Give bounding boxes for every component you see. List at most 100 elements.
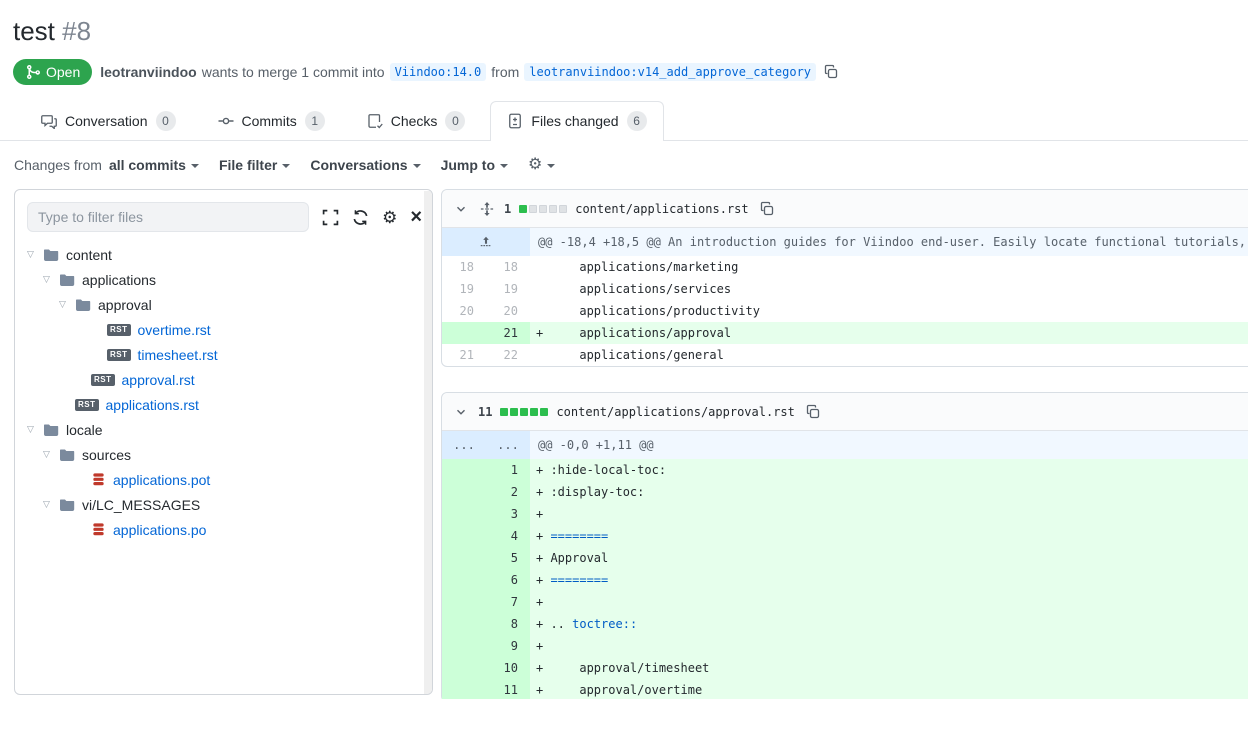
refresh-button[interactable]	[352, 209, 369, 226]
new-line-number[interactable]: 5	[486, 547, 530, 569]
conversations-dropdown[interactable]: Conversations	[310, 157, 420, 173]
tree-file-row[interactable]: RSTtimesheet.rst	[27, 342, 424, 367]
tree-folder-name[interactable]: approval	[98, 297, 152, 313]
file-filter-input[interactable]	[27, 202, 309, 232]
tab-checks[interactable]: Checks 0	[350, 101, 483, 140]
diff-line-added: 5+ Approval	[442, 547, 1248, 569]
tree-folder-row[interactable]: ▽ sources	[27, 442, 424, 467]
tree-folder-row[interactable]: ▽ locale	[27, 417, 424, 442]
tree-folder-row[interactable]: ▽ approval	[27, 292, 424, 317]
tree-folder-name[interactable]: applications	[82, 272, 156, 288]
new-line-number[interactable]: 7	[486, 591, 530, 613]
tree-expand-caret-icon[interactable]: ▽	[27, 249, 43, 260]
tree-file-row[interactable]: RSTovertime.rst	[27, 317, 424, 342]
tree-folder-row[interactable]: ▽ applications	[27, 267, 424, 292]
tree-file-link[interactable]: timesheet.rst	[138, 347, 218, 363]
close-tree-button[interactable]: ×	[410, 210, 422, 224]
sidebar-scrollbar[interactable]	[424, 191, 432, 695]
old-line-number[interactable]	[442, 657, 486, 679]
tree-folder-name[interactable]: locale	[66, 422, 103, 438]
tree-expand-caret-icon[interactable]: ▽	[43, 499, 59, 510]
tab-files-changed[interactable]: Files changed 6	[490, 101, 663, 141]
tab-conversation[interactable]: Conversation 0	[24, 101, 193, 140]
old-line-number[interactable]	[442, 503, 486, 525]
file-filter-dropdown[interactable]: File filter	[219, 157, 290, 173]
new-line-number[interactable]: 19	[486, 278, 530, 300]
tree-file-link[interactable]: applications.po	[113, 522, 206, 538]
tree-folder-name[interactable]: sources	[82, 447, 131, 463]
tree-file-row[interactable]: RSTapproval.rst	[27, 367, 424, 392]
old-line-number[interactable]: 21	[442, 344, 486, 366]
tree-file-row[interactable]: applications.po	[27, 517, 424, 542]
file-path[interactable]: content/applications/approval.rst	[556, 405, 794, 419]
new-line-number[interactable]: 6	[486, 569, 530, 591]
collapse-file-button[interactable]	[452, 403, 470, 421]
code-token: approval/timesheet	[550, 661, 709, 675]
new-line-number[interactable]: 21	[486, 322, 530, 344]
diff-body: 1818 applications/marketing1919 applicat…	[442, 256, 1248, 366]
old-line-number[interactable]	[442, 635, 486, 657]
tree-expand-caret-icon[interactable]: ▽	[59, 299, 75, 310]
diff-code: + ========	[530, 569, 1248, 591]
file-tree: ▽ content ▽ applications ▽ approval RSTovertim…	[15, 240, 432, 550]
new-line-number[interactable]: 11	[486, 679, 530, 699]
code-token: applications/services	[550, 282, 731, 296]
diff-code: +	[530, 635, 1248, 657]
file-path[interactable]: content/applications.rst	[575, 202, 748, 216]
new-line-number[interactable]: 2	[486, 481, 530, 503]
code-token: Approval	[550, 551, 608, 565]
tree-file-link[interactable]: applications.pot	[113, 472, 210, 488]
tab-commits[interactable]: Commits 1	[201, 101, 342, 140]
old-line-number[interactable]	[442, 547, 486, 569]
old-line-number[interactable]	[442, 525, 486, 547]
tree-folder-name[interactable]: vi/LC_MESSAGES	[82, 497, 200, 513]
tree-folder-row[interactable]: ▽ content	[27, 242, 424, 267]
diffstat-block-neutral	[539, 205, 547, 213]
copy-path-button[interactable]	[803, 402, 823, 422]
tree-file-link[interactable]: applications.rst	[106, 397, 199, 413]
new-line-number[interactable]: 1	[486, 459, 530, 481]
tree-settings-button[interactable]: ⚙	[382, 209, 397, 226]
diff-sign	[536, 260, 550, 274]
old-line-number[interactable]	[442, 322, 486, 344]
tree-folder-row[interactable]: ▽ vi/LC_MESSAGES	[27, 492, 424, 517]
tree-folder-name[interactable]: content	[66, 247, 112, 263]
new-line-number[interactable]: 20	[486, 300, 530, 322]
tree-file-row[interactable]: RSTapplications.rst	[27, 392, 424, 417]
changes-from-dropdown[interactable]: Changes from all commits	[14, 157, 199, 173]
collapse-file-button[interactable]	[452, 200, 470, 218]
tree-expand-caret-icon[interactable]: ▽	[43, 449, 59, 460]
new-line-number[interactable]: 22	[486, 344, 530, 366]
new-line-number[interactable]: 18	[486, 256, 530, 278]
fullscreen-button[interactable]	[322, 209, 339, 226]
diff-line-added: 8+ .. toctree::	[442, 613, 1248, 635]
tree-expand-caret-icon[interactable]: ▽	[27, 424, 43, 435]
tree-expand-caret-icon[interactable]: ▽	[43, 274, 59, 285]
old-line-number[interactable]	[442, 481, 486, 503]
fold-up-icon	[479, 235, 493, 249]
code-token: ========	[550, 573, 608, 587]
tree-file-link[interactable]: overtime.rst	[138, 322, 211, 338]
tree-file-link[interactable]: approval.rst	[122, 372, 195, 388]
new-line-number[interactable]: 3	[486, 503, 530, 525]
old-line-number[interactable]	[442, 569, 486, 591]
jump-to-dropdown[interactable]: Jump to	[441, 157, 508, 173]
new-line-number[interactable]: 8	[486, 613, 530, 635]
diff-settings-dropdown[interactable]: ⚙	[528, 157, 555, 173]
old-line-number[interactable]: 19	[442, 278, 486, 300]
expand-hunk-button[interactable]	[442, 228, 530, 256]
old-line-number[interactable]	[442, 459, 486, 481]
drag-reorder-button[interactable]	[478, 200, 496, 218]
old-line-number[interactable]	[442, 613, 486, 635]
copy-path-button[interactable]	[757, 199, 777, 219]
new-line-number[interactable]: 9	[486, 635, 530, 657]
code-token: applications/productivity	[550, 304, 760, 318]
old-line-number[interactable]: 20	[442, 300, 486, 322]
copy-branch-button[interactable]	[821, 62, 841, 82]
old-line-number[interactable]	[442, 679, 486, 699]
old-line-number[interactable]: 18	[442, 256, 486, 278]
old-line-number[interactable]	[442, 591, 486, 613]
new-line-number[interactable]: 10	[486, 657, 530, 679]
tree-file-row[interactable]: applications.pot	[27, 467, 424, 492]
new-line-number[interactable]: 4	[486, 525, 530, 547]
